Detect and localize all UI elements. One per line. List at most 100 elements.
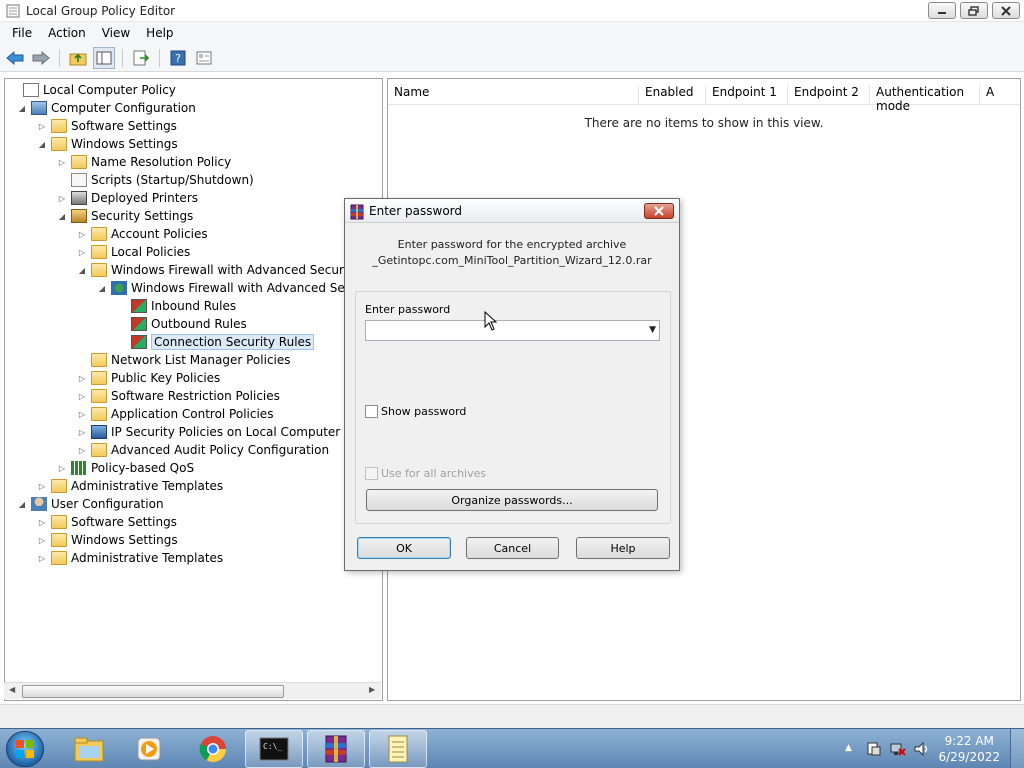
tree-item-label[interactable]: Local Policies (111, 245, 190, 259)
system-clock[interactable]: 9:22 AM 6/29/2022 (938, 733, 1000, 765)
help-button[interactable]: Help (576, 537, 670, 559)
properties-button[interactable] (193, 47, 215, 69)
minimize-button[interactable] (928, 2, 956, 19)
forward-button[interactable] (30, 47, 52, 69)
restore-button[interactable] (960, 2, 988, 19)
tree-item-label[interactable]: Windows Settings (71, 533, 178, 547)
help-button[interactable]: ? (167, 47, 189, 69)
taskbar-explorer[interactable] (60, 730, 118, 768)
tree-item[interactable]: ▷ Advanced Audit Policy Configuration (77, 441, 329, 459)
expand-arrow-icon[interactable]: ▷ (77, 373, 87, 383)
up-one-level-button[interactable] (67, 47, 89, 69)
organize-passwords-button[interactable]: Organize passwords... (366, 489, 658, 511)
expand-arrow-icon[interactable]: ▷ (77, 445, 87, 455)
tree-item-label[interactable]: Name Resolution Policy (91, 155, 231, 169)
tree-item-label[interactable]: Administrative Templates (71, 551, 223, 565)
tree-item[interactable]: Inbound Rules (117, 297, 236, 315)
tree-item-label[interactable]: Account Policies (111, 227, 208, 241)
column-endpoint-2[interactable]: Endpoint 2 (787, 85, 869, 105)
network-icon[interactable] (889, 741, 907, 757)
start-button[interactable] (6, 731, 44, 767)
tree-item-label[interactable]: Software Settings (71, 515, 177, 529)
taskbar-winrar[interactable] (307, 730, 365, 768)
tree-item-label[interactable]: Administrative Templates (71, 479, 223, 493)
column-name[interactable]: Name (388, 85, 638, 105)
collapse-arrow-icon[interactable]: ◢ (77, 265, 87, 275)
password-combobox[interactable]: ▼ (365, 311, 660, 341)
tree-item-label[interactable]: Local Computer Policy (43, 83, 176, 97)
tree-item[interactable]: Scripts (Startup/Shutdown) (57, 171, 254, 189)
expand-arrow-icon[interactable]: ▷ (77, 247, 87, 257)
menu-view[interactable]: View (94, 24, 138, 42)
tree-item-label[interactable]: Scripts (Startup/Shutdown) (91, 173, 254, 187)
column-endpoint-1[interactable]: Endpoint 1 (705, 85, 787, 105)
tree-horizontal-scrollbar[interactable]: ◀ ▶ (4, 682, 381, 699)
dialog-close-button[interactable] (644, 203, 674, 219)
tree-item[interactable]: ▷ Name Resolution Policy (57, 153, 231, 171)
collapse-arrow-icon[interactable]: ◢ (17, 103, 27, 113)
tree-item-label[interactable]: IP Security Policies on Local Computer (111, 425, 340, 439)
tree-item-label[interactable]: Application Control Policies (111, 407, 273, 421)
cancel-button[interactable]: Cancel (466, 537, 559, 559)
tree-item[interactable]: ▷ Public Key Policies (77, 369, 220, 387)
tree-item[interactable]: ◢ Security Settings (57, 207, 193, 225)
column-enabled[interactable]: Enabled (638, 85, 705, 105)
expand-arrow-icon[interactable]: ▷ (77, 391, 87, 401)
tree-item-label[interactable]: Public Key Policies (111, 371, 220, 385)
action-center-icon[interactable] (866, 741, 882, 757)
column-authentication-mode[interactable]: Authentication mode (869, 85, 979, 113)
tree-item-label[interactable]: Windows Firewall with Advanced Security (131, 281, 379, 295)
tree-item[interactable]: ▷ IP Security Policies on Local Computer (77, 423, 340, 441)
tree-item[interactable]: ▷ Policy-based QoS (57, 459, 194, 477)
tree-item[interactable]: ▷ Administrative Templates (37, 549, 223, 567)
tree-item-label[interactable]: Deployed Printers (91, 191, 198, 205)
expand-arrow-icon[interactable]: ▷ (77, 427, 87, 437)
scroll-left-icon[interactable]: ◀ (9, 685, 15, 694)
expand-arrow-icon[interactable]: ▷ (37, 535, 47, 545)
collapse-arrow-icon[interactable]: ◢ (37, 139, 47, 149)
tree-item[interactable]: ▷ Local Policies (77, 243, 190, 261)
expand-arrow-icon[interactable]: ▷ (37, 553, 47, 563)
tree-item[interactable]: ▷ Account Policies (77, 225, 208, 243)
expand-arrow-icon[interactable]: ▷ (57, 193, 67, 203)
tree-item[interactable]: ◢ Windows Firewall with Advanced Security (97, 279, 379, 297)
tree-item[interactable]: ◢ User Configuration (17, 495, 164, 513)
tree-item-label[interactable]: Connection Security Rules (151, 334, 315, 350)
menu-file[interactable]: File (4, 24, 40, 42)
tree-item[interactable]: ◢ Windows Firewall with Advanced Security (77, 261, 359, 279)
show-password-checkbox[interactable] (365, 405, 378, 418)
menu-help[interactable]: Help (138, 24, 181, 42)
scroll-right-icon[interactable]: ▶ (369, 685, 375, 694)
tree-item[interactable]: Local Computer Policy (9, 81, 176, 99)
tree-item-label[interactable]: Network List Manager Policies (111, 353, 291, 367)
expand-arrow-icon[interactable]: ▷ (37, 121, 47, 131)
dialog-title-bar[interactable]: Enter password (345, 199, 679, 223)
tree-item-label[interactable]: Security Settings (91, 209, 193, 223)
tree-item-label[interactable]: Computer Configuration (51, 101, 196, 115)
tree-item-label[interactable]: Inbound Rules (151, 299, 236, 313)
tree-item[interactable]: Outbound Rules (117, 315, 247, 333)
taskbar-media-player[interactable] (120, 730, 178, 768)
tree-item-label[interactable]: Outbound Rules (151, 317, 247, 331)
tree-item[interactable]: ▷ Application Control Policies (77, 405, 273, 423)
tree-item[interactable]: ◢ Windows Settings (37, 135, 178, 153)
console-tree[interactable]: Local Computer Policy ◢ Computer Configura… (4, 78, 383, 701)
tree-item-label[interactable]: Windows Settings (71, 137, 178, 151)
tree-item[interactable]: ▷ Administrative Templates (37, 477, 223, 495)
collapse-arrow-icon[interactable]: ◢ (17, 499, 27, 509)
taskbar-command-prompt[interactable]: C:\_ (245, 730, 303, 768)
close-button[interactable] (992, 2, 1020, 19)
show-desktop-button[interactable] (1010, 729, 1024, 768)
export-list-button[interactable] (130, 47, 152, 69)
show-hide-tree-button[interactable] (93, 46, 115, 69)
expand-arrow-icon[interactable]: ▷ (37, 517, 47, 527)
tree-item-label[interactable]: User Configuration (51, 497, 164, 511)
collapse-arrow-icon[interactable]: ◢ (57, 211, 67, 221)
show-password-label[interactable]: Show password (381, 405, 466, 418)
tree-item[interactable]: ◢ Computer Configuration (17, 99, 196, 117)
expand-arrow-icon[interactable]: ▷ (57, 157, 67, 167)
tree-item[interactable]: ▷ Software Restriction Policies (77, 387, 280, 405)
tree-item-label[interactable]: Advanced Audit Policy Configuration (111, 443, 329, 457)
tree-item-label[interactable]: Software Settings (71, 119, 177, 133)
tree-item[interactable]: ▷ Software Settings (37, 513, 177, 531)
